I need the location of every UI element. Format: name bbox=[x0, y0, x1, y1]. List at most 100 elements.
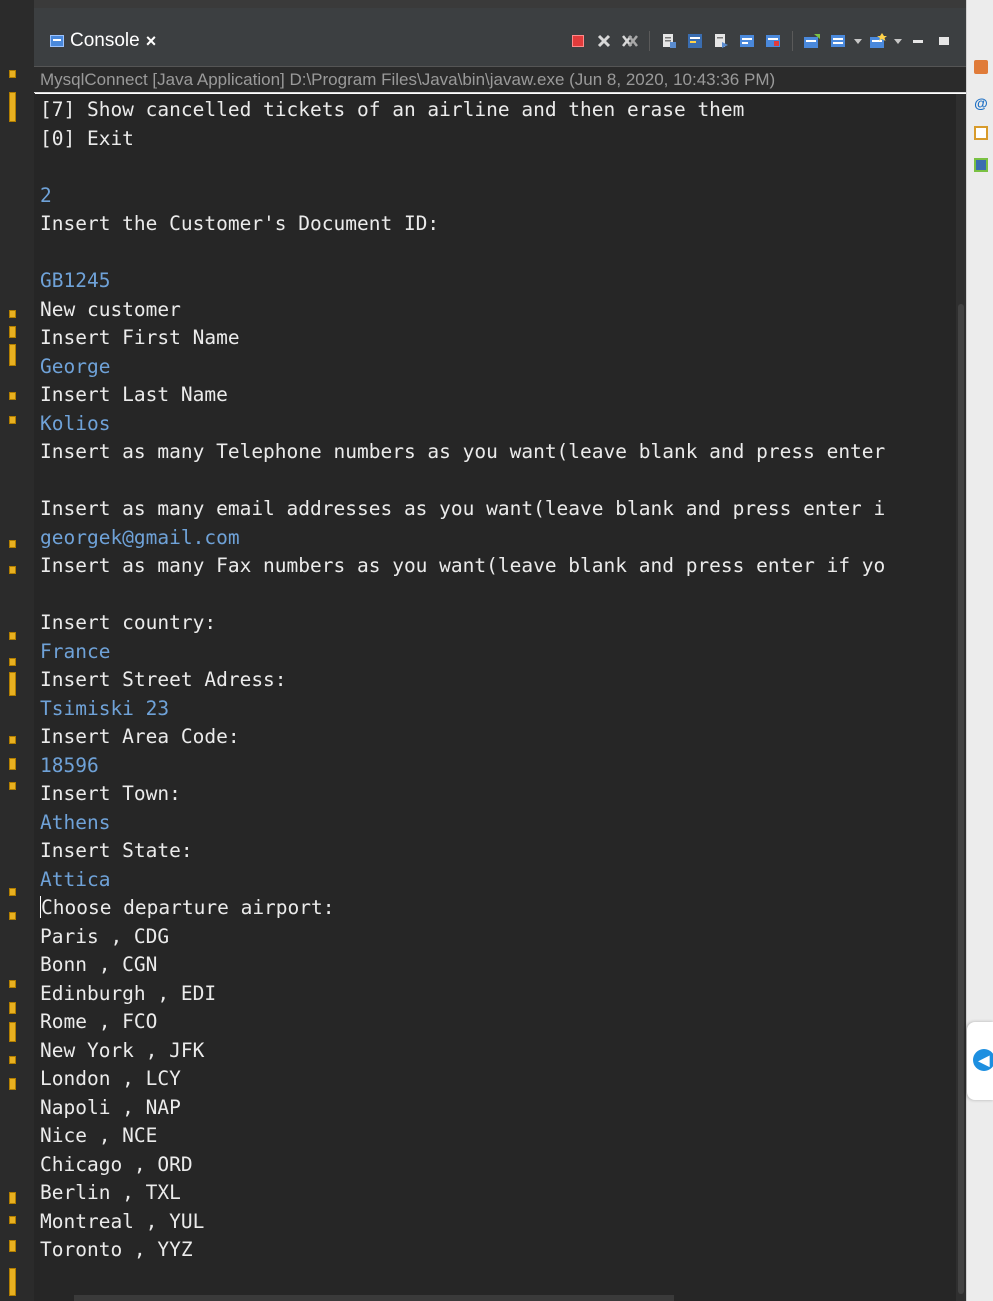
remove-all-icon bbox=[622, 35, 638, 47]
annotation-marker[interactable] bbox=[9, 782, 16, 790]
chevron-down-icon[interactable] bbox=[854, 38, 862, 44]
annotation-marker[interactable] bbox=[9, 1216, 16, 1224]
console-output-line: Insert Area Code: bbox=[40, 725, 240, 748]
at-sign-icon[interactable]: @ bbox=[974, 96, 988, 110]
maximize-button[interactable] bbox=[934, 31, 954, 51]
annotation-marker[interactable] bbox=[9, 310, 16, 318]
scroll-lock-icon bbox=[663, 34, 676, 48]
console-output-line: Insert Street Adress: bbox=[40, 668, 287, 691]
console-input-line: georgek@gmail.com bbox=[40, 525, 240, 549]
annotation-marker[interactable] bbox=[9, 1240, 16, 1252]
annotation-marker[interactable] bbox=[9, 566, 16, 574]
console-input-line: Athens bbox=[40, 810, 111, 834]
annotation-marker[interactable] bbox=[9, 888, 16, 896]
maximize-icon bbox=[939, 37, 949, 45]
pin-icon bbox=[766, 35, 780, 47]
annotation-marker[interactable] bbox=[9, 326, 16, 338]
annotation-marker[interactable] bbox=[9, 1078, 16, 1090]
remove-all-terminated-button[interactable] bbox=[620, 31, 640, 51]
outline-icon[interactable] bbox=[974, 126, 988, 140]
console-input-line: France bbox=[40, 639, 111, 663]
stderr-icon bbox=[740, 35, 754, 47]
chevron-down-icon[interactable] bbox=[894, 38, 902, 44]
console-input-line: Attica bbox=[40, 867, 111, 891]
stdout-icon bbox=[715, 34, 728, 48]
open-console-button[interactable] bbox=[828, 31, 848, 51]
annotation-marker[interactable] bbox=[9, 736, 16, 744]
annotation-marker[interactable] bbox=[9, 632, 16, 640]
minimize-button[interactable] bbox=[908, 31, 928, 51]
console-input-line: George bbox=[40, 354, 111, 378]
console-output-line: Choose departure airport: bbox=[40, 894, 966, 923]
console-output[interactable]: [7] Show cancelled tickets of an airline… bbox=[34, 94, 966, 1301]
console-text-area[interactable]: [7] Show cancelled tickets of an airline… bbox=[40, 96, 966, 1265]
scrollbar-thumb[interactable] bbox=[958, 304, 964, 1294]
annotation-marker[interactable] bbox=[9, 392, 16, 400]
console-input-line: 2 bbox=[40, 183, 52, 207]
console-icon bbox=[50, 35, 64, 47]
console-output-line: Nice , NCE bbox=[40, 1124, 158, 1147]
word-wrap-button[interactable] bbox=[685, 31, 705, 51]
annotation-marker[interactable] bbox=[9, 70, 16, 78]
console-input-line: Kolios bbox=[40, 411, 111, 435]
console-output-line: Insert Last Name bbox=[40, 383, 228, 406]
arrow-left-icon[interactable]: ◀ bbox=[973, 1049, 993, 1071]
annotation-marker[interactable] bbox=[9, 92, 16, 122]
toolbar-separator bbox=[792, 31, 793, 51]
annotation-marker[interactable] bbox=[9, 758, 16, 770]
annotation-marker[interactable] bbox=[9, 1002, 16, 1014]
close-icon[interactable]: × bbox=[146, 31, 157, 52]
pin-console-button[interactable] bbox=[763, 31, 783, 51]
console-output-line: Chicago , ORD bbox=[40, 1152, 193, 1176]
annotation-marker[interactable] bbox=[9, 658, 16, 666]
annotation-marker[interactable] bbox=[9, 672, 16, 696]
console-output-line: Insert country: bbox=[40, 611, 217, 634]
toolbar-separator bbox=[649, 31, 650, 51]
annotation-marker[interactable] bbox=[9, 344, 16, 366]
console-output-line: New York , JFK bbox=[40, 1038, 205, 1062]
console-output-line: Paris , CDG bbox=[40, 924, 170, 948]
new-console-icon bbox=[870, 33, 887, 48]
annotation-marker[interactable] bbox=[9, 980, 16, 988]
annotation-marker[interactable] bbox=[9, 912, 16, 920]
console-input-line: GB1245 bbox=[40, 269, 111, 292]
annotation-marker[interactable] bbox=[9, 416, 16, 424]
console-output-line: Edinburgh , EDI bbox=[40, 981, 217, 1005]
console-output-line: Bonn , CGN bbox=[40, 953, 158, 976]
tab-console[interactable]: Console × bbox=[40, 24, 167, 56]
problems-icon[interactable] bbox=[974, 158, 988, 172]
console-output-line: Berlin , TXL bbox=[40, 1181, 181, 1204]
console-input-line: 18596 bbox=[40, 753, 99, 777]
side-flyout-tab[interactable]: ◀ bbox=[967, 1022, 993, 1100]
annotation-marker[interactable] bbox=[9, 540, 16, 548]
annotation-marker[interactable] bbox=[9, 1056, 16, 1064]
console-output-line: Insert as many Telephone numbers as you … bbox=[40, 440, 886, 463]
remove-launch-button[interactable] bbox=[594, 31, 614, 51]
annotation-marker[interactable] bbox=[9, 1022, 16, 1042]
terminate-button[interactable] bbox=[568, 31, 588, 51]
console-output-line: [0] Exit bbox=[40, 126, 134, 150]
scroll-lock-button[interactable] bbox=[659, 31, 679, 51]
console-output-line: Insert the Customer's Document ID: bbox=[40, 212, 440, 235]
window-top-strip bbox=[34, 0, 966, 8]
console-process-label: MysqlConnect [Java Application] D:\Progr… bbox=[34, 67, 966, 93]
annotation-marker[interactable] bbox=[9, 1268, 16, 1296]
console-output-line: Napoli , NAP bbox=[40, 1095, 181, 1119]
console-output-line: Insert First Name bbox=[40, 326, 240, 349]
vertical-scrollbar[interactable] bbox=[956, 94, 966, 1301]
horizontal-scrollbar[interactable] bbox=[74, 1295, 674, 1301]
console-output-line: [7] Show cancelled tickets of an airline… bbox=[40, 98, 745, 121]
eclipse-window: Console × MysqlConnect [Java Application… bbox=[0, 0, 993, 1301]
console-output-line: New customer bbox=[40, 297, 181, 321]
show-console-on-stdout-button[interactable] bbox=[711, 31, 731, 51]
task-list-icon[interactable] bbox=[974, 60, 988, 74]
tab-console-label: Console bbox=[70, 30, 140, 51]
right-trim-panel: @ ◀ bbox=[966, 0, 993, 1301]
new-console-button[interactable] bbox=[868, 31, 888, 51]
word-wrap-icon bbox=[688, 34, 702, 48]
show-console-on-stderr-button[interactable] bbox=[737, 31, 757, 51]
annotation-marker[interactable] bbox=[9, 1192, 16, 1204]
display-selected-console-button[interactable] bbox=[802, 31, 822, 51]
